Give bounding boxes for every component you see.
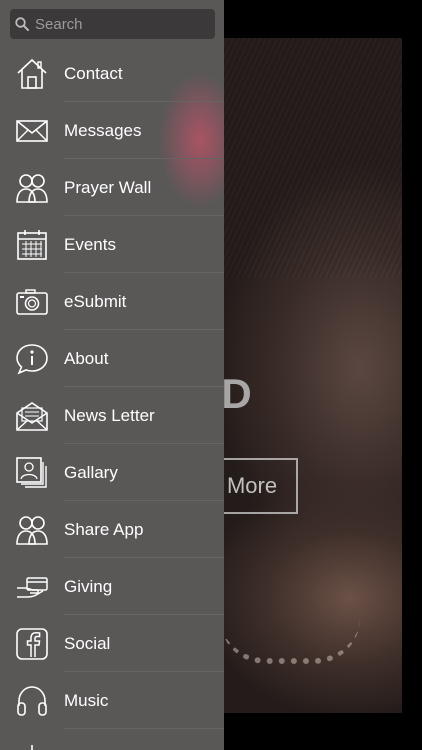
menu-item-giving[interactable]: Giving [0, 558, 224, 615]
photos-icon [0, 456, 64, 490]
menu-item-label: About [64, 348, 109, 368]
info-bubble-icon [0, 342, 64, 376]
calendar-icon [0, 228, 64, 262]
background-page: NG D MF LAND More [170, 38, 402, 713]
nav-menu: Contact Messages Prayer Wall Events eSub… [0, 45, 224, 750]
menu-item-label: Share App [64, 519, 144, 539]
menu-item-gallary[interactable]: Gallary [0, 444, 224, 501]
menu-item-about[interactable]: About [0, 330, 224, 387]
menu-item-label: Events [64, 234, 116, 254]
menu-item-label: Messages [64, 120, 142, 140]
menu-item-label: Social [64, 633, 111, 653]
menu-item-messages[interactable]: Messages [0, 102, 224, 159]
hero-necklace [220, 618, 360, 664]
headphones-icon [0, 684, 64, 718]
envelope-icon [0, 114, 64, 148]
menu-item-label: Contact [64, 63, 123, 83]
menu-item-label: Music [64, 690, 109, 710]
menu-item-esubmit[interactable]: eSubmit [0, 273, 224, 330]
hand-card-icon [0, 570, 64, 604]
search-bar[interactable] [10, 9, 215, 39]
menu-item-contact[interactable]: Contact [0, 45, 224, 102]
search-icon [15, 17, 29, 31]
house-icon [0, 57, 64, 91]
menu-item-more[interactable] [0, 729, 224, 750]
menu-item-label: News Letter [64, 405, 155, 425]
facebook-icon [0, 627, 64, 661]
open-envelope-icon [0, 399, 64, 433]
search-input[interactable] [33, 14, 207, 34]
menu-item-prayer-wall[interactable]: Prayer Wall [0, 159, 224, 216]
menu-item-share-app[interactable]: Share App [0, 501, 224, 558]
side-drawer: Contact Messages Prayer Wall Events eSub… [0, 0, 224, 750]
menu-item-events[interactable]: Events [0, 216, 224, 273]
menu-item-music[interactable]: Music [0, 672, 224, 729]
menu-item-social[interactable]: Social [0, 615, 224, 672]
hero-headline: NG D MF LAND [210, 370, 252, 417]
menu-item-label: Prayer Wall [64, 177, 152, 197]
menu-item-news-letter[interactable]: News Letter [0, 387, 224, 444]
camera-icon [0, 285, 64, 319]
menu-item-label: Gallary [64, 462, 118, 482]
people-icon [0, 171, 64, 205]
menu-item-label: Giving [64, 576, 113, 596]
menu-item-label: eSubmit [64, 291, 127, 311]
partial-icon [0, 741, 64, 750]
people-icon [0, 513, 64, 547]
